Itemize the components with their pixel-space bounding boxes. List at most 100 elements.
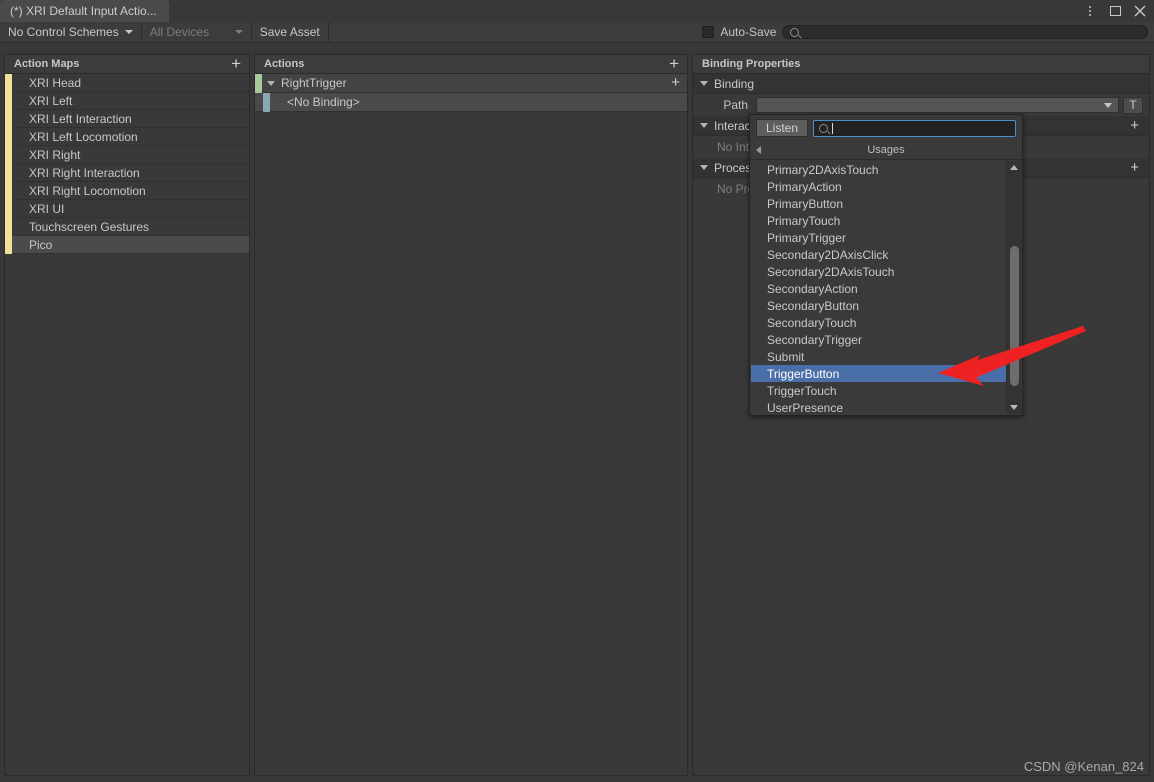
save-asset-button[interactable]: Save Asset: [252, 22, 329, 42]
unity-input-actions-window: (*) XRI Default Input Actio... No Contro…: [0, 0, 1154, 782]
close-icon[interactable]: [1132, 3, 1148, 19]
action-map-row[interactable]: XRI Right Interaction: [5, 163, 249, 182]
add-processor-button[interactable]: +: [1130, 160, 1139, 175]
add-action-map-button[interactable]: +: [231, 55, 241, 72]
foldout-triangle-icon[interactable]: [267, 80, 275, 86]
action-map-accent-bar: [5, 91, 12, 110]
dropdown-item-list: Primary2DAxisTouch PrimaryAction PrimaryBu…: [751, 161, 1021, 414]
control-schemes-label: No Control Schemes: [8, 25, 119, 39]
dropdown-item[interactable]: PrimaryButton: [751, 195, 1021, 212]
dropdown-item[interactable]: TriggerTouch: [751, 382, 1021, 399]
title-bar: (*) XRI Default Input Actio...: [0, 0, 1154, 22]
listen-button[interactable]: Listen: [756, 119, 809, 137]
dropdown-search-input[interactable]: [813, 119, 1016, 137]
actions-title: Actions: [264, 58, 305, 70]
dropdown-category-title: Usages: [867, 144, 905, 156]
dropdown-item[interactable]: Primary2DAxisTouch: [751, 161, 1021, 178]
action-map-label: XRI Left: [29, 93, 73, 108]
watermark-text: CSDN @Kenan_824: [1023, 759, 1144, 774]
action-maps-header: Action Maps +: [5, 55, 249, 74]
action-map-label: Pico: [29, 237, 53, 252]
add-action-button[interactable]: +: [669, 55, 679, 72]
dropdown-item[interactable]: PrimaryAction: [751, 178, 1021, 195]
dropdown-toolbar: Listen: [750, 115, 1022, 141]
foldout-triangle-icon[interactable]: [700, 123, 708, 128]
action-map-label: XRI Left Interaction: [29, 111, 132, 126]
action-accent-bar: [255, 73, 262, 93]
action-row[interactable]: RightTrigger +: [255, 73, 687, 93]
back-arrow-icon[interactable]: [756, 146, 761, 154]
dropdown-header: Usages: [750, 141, 1022, 160]
action-map-row[interactable]: XRI Right Locomotion: [5, 181, 249, 200]
section-binding[interactable]: Binding: [693, 74, 1149, 94]
action-map-accent-bar: [5, 235, 12, 254]
path-text-toggle-button[interactable]: T: [1123, 96, 1143, 114]
action-map-accent-bar: [5, 73, 12, 92]
dropdown-item[interactable]: SecondaryTrigger: [751, 331, 1021, 348]
binding-properties-header: Binding Properties: [693, 55, 1149, 74]
action-maps-list: XRI Head XRI Left XRI Left Interaction XRI …: [5, 73, 249, 775]
action-map-accent-bar: [5, 127, 12, 146]
binding-row[interactable]: <No Binding>: [255, 92, 687, 112]
search-icon: [790, 27, 800, 37]
asset-tab[interactable]: (*) XRI Default Input Actio...: [0, 0, 169, 22]
binding-properties-title: Binding Properties: [702, 58, 801, 70]
action-map-row[interactable]: Pico: [5, 235, 249, 254]
auto-save-checkbox[interactable]: [702, 26, 715, 38]
control-schemes-dropdown[interactable]: No Control Schemes: [0, 22, 142, 42]
action-map-label: XRI Right: [29, 147, 81, 162]
search-input[interactable]: [782, 25, 1148, 39]
binding-accent-bar: [263, 92, 270, 112]
add-interaction-button[interactable]: +: [1130, 118, 1139, 133]
foldout-triangle-icon[interactable]: [700, 165, 708, 170]
action-map-accent-bar: [5, 199, 12, 218]
chevron-down-icon: [1104, 102, 1112, 108]
action-maps-panel: Action Maps + XRI Head XRI Left XRI Left I…: [4, 54, 250, 776]
kebab-menu-icon[interactable]: [1082, 3, 1098, 19]
dropdown-item[interactable]: SecondaryButton: [751, 297, 1021, 314]
foldout-triangle-icon[interactable]: [700, 81, 708, 86]
auto-save-label: Auto-Save: [720, 25, 777, 39]
dropdown-item[interactable]: PrimaryTrigger: [751, 229, 1021, 246]
asset-tab-label: (*) XRI Default Input Actio...: [10, 4, 157, 18]
actions-header: Actions +: [255, 55, 687, 74]
action-map-row[interactable]: Touchscreen Gestures: [5, 217, 249, 236]
maximize-icon[interactable]: [1107, 3, 1123, 19]
action-map-row[interactable]: XRI Left: [5, 91, 249, 110]
action-map-row[interactable]: XRI Left Locomotion: [5, 127, 249, 146]
devices-label: All Devices: [149, 25, 210, 39]
action-map-row[interactable]: XRI Left Interaction: [5, 109, 249, 128]
devices-dropdown[interactable]: All Devices: [142, 22, 252, 42]
section-binding-label: Binding: [714, 76, 755, 91]
text-cursor: [832, 122, 834, 134]
action-map-label: Touchscreen Gestures: [29, 219, 150, 234]
dropdown-item[interactable]: TriggerButton: [751, 365, 1021, 382]
action-map-accent-bar: [5, 217, 12, 236]
search-icon: [819, 123, 829, 133]
dropdown-item[interactable]: UserPresence: [751, 399, 1021, 415]
action-map-row[interactable]: XRI UI: [5, 199, 249, 218]
scrollbar-thumb[interactable]: [1010, 246, 1019, 386]
scroll-down-arrow-icon[interactable]: [1010, 405, 1018, 410]
dropdown-item[interactable]: Submit: [751, 348, 1021, 365]
action-map-row[interactable]: XRI Right: [5, 145, 249, 164]
add-binding-button[interactable]: +: [671, 75, 680, 90]
actions-list: RightTrigger + <No Binding>: [255, 73, 687, 775]
scroll-up-arrow-icon[interactable]: [1010, 165, 1018, 170]
path-row: Path T: [693, 94, 1149, 116]
action-map-accent-bar: [5, 163, 12, 182]
action-label: RightTrigger: [281, 76, 347, 90]
dropdown-item[interactable]: SecondaryAction: [751, 280, 1021, 297]
dropdown-item[interactable]: PrimaryTouch: [751, 212, 1021, 229]
toolbar: No Control Schemes All Devices Save Asse…: [0, 22, 1154, 43]
path-dropdown-field[interactable]: [756, 97, 1119, 113]
dropdown-item[interactable]: SecondaryTouch: [751, 314, 1021, 331]
actions-panel: Actions + RightTrigger + <No Binding>: [254, 54, 688, 776]
auto-save-toggle[interactable]: Auto-Save: [694, 22, 776, 42]
action-map-row[interactable]: XRI Head: [5, 73, 249, 92]
dropdown-item[interactable]: Secondary2DAxisClick: [751, 246, 1021, 263]
dropdown-item[interactable]: Secondary2DAxisTouch: [751, 263, 1021, 280]
action-map-accent-bar: [5, 109, 12, 128]
action-map-label: XRI Right Locomotion: [29, 183, 146, 198]
dropdown-scrollbar[interactable]: [1006, 161, 1021, 414]
